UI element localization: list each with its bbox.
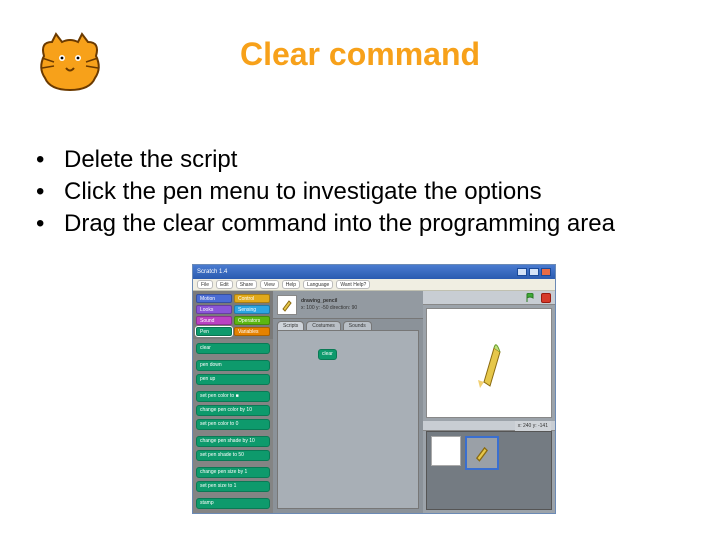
menu-bar: File Edit Share View Help Language Want … [193, 279, 555, 291]
block-setsize[interactable]: set pen size to 1 [196, 481, 270, 492]
window-title: Scratch 1.4 [197, 269, 227, 275]
category-sound[interactable]: Sound [196, 316, 232, 325]
pen-block-list: clear pen down pen up set pen color to ■… [193, 339, 273, 513]
block-palette: Motion Control Looks Sensing Sound Opera… [193, 291, 273, 513]
scripts-pane: drawing_pencil x: 100 y: -50 direction: … [273, 291, 423, 513]
green-flag-icon[interactable] [525, 293, 535, 303]
block-changecolor[interactable]: change pen color by 10 [196, 405, 270, 416]
block-penup[interactable]: pen up [196, 374, 270, 385]
maximize-icon[interactable] [529, 268, 539, 276]
sprite-panel [426, 431, 552, 510]
slide-title: Clear command [0, 36, 720, 73]
stop-icon[interactable] [541, 293, 551, 303]
block-clear[interactable]: clear [196, 343, 270, 354]
category-grid: Motion Control Looks Sensing Sound Opera… [193, 291, 273, 339]
menu-item[interactable]: Help [282, 280, 300, 289]
mouse-coordinates: x: 240 y: -141 [515, 421, 551, 431]
block-stamp[interactable]: stamp [196, 498, 270, 509]
script-area[interactable]: clear [277, 330, 419, 509]
tabs: Scripts Costumes Sounds [273, 319, 423, 330]
block-setcolornum[interactable]: set pen color to 0 [196, 419, 270, 430]
stage-controls [423, 291, 555, 305]
sprite-name: drawing_pencil [301, 298, 357, 305]
block-setcolor[interactable]: set pen color to ■ [196, 391, 270, 402]
placed-block-clear[interactable]: clear [318, 349, 337, 360]
category-control[interactable]: Control [234, 294, 270, 303]
category-motion[interactable]: Motion [196, 294, 232, 303]
category-sensing[interactable]: Sensing [234, 305, 270, 314]
menu-item[interactable]: Edit [216, 280, 233, 289]
block-setshade[interactable]: set pen shade to 50 [196, 450, 270, 461]
pencil-sprite-icon [476, 338, 502, 388]
bullet-list: •Delete the script •Click the pen menu t… [36, 145, 684, 241]
tab-sounds[interactable]: Sounds [343, 321, 372, 330]
menu-item[interactable]: Language [303, 280, 333, 289]
menu-item[interactable]: Share [236, 280, 257, 289]
tab-costumes[interactable]: Costumes [306, 321, 341, 330]
block-changesize[interactable]: change pen size by 1 [196, 467, 270, 478]
sprite-thumbnail-icon[interactable] [277, 295, 297, 315]
stage-pane: x: 240 y: -141 [423, 291, 555, 513]
minimize-icon[interactable] [517, 268, 527, 276]
menu-item[interactable]: Want Help? [336, 280, 370, 289]
stage-thumbnail[interactable] [431, 436, 461, 466]
stage[interactable] [426, 308, 552, 418]
sprite-info: x: 100 y: -50 direction: 90 [301, 305, 357, 312]
category-variables[interactable]: Variables [234, 327, 270, 336]
category-looks[interactable]: Looks [196, 305, 232, 314]
scratch-screenshot: Scratch 1.4 File Edit Share View Help La… [192, 264, 556, 514]
menu-item[interactable]: File [197, 280, 213, 289]
block-pendown[interactable]: pen down [196, 360, 270, 371]
category-pen[interactable]: Pen [196, 327, 232, 336]
list-item: •Click the pen menu to investigate the o… [36, 177, 684, 207]
sprite-thumbnail[interactable] [465, 436, 499, 470]
sprite-header: drawing_pencil x: 100 y: -50 direction: … [273, 291, 423, 319]
menu-item[interactable]: View [260, 280, 279, 289]
close-icon[interactable] [541, 268, 551, 276]
block-changeshade[interactable]: change pen shade by 10 [196, 436, 270, 447]
window-titlebar: Scratch 1.4 [193, 265, 555, 279]
tab-scripts[interactable]: Scripts [277, 321, 304, 330]
list-item: •Drag the clear command into the program… [36, 209, 684, 239]
list-item: •Delete the script [36, 145, 684, 175]
category-operators[interactable]: Operators [234, 316, 270, 325]
